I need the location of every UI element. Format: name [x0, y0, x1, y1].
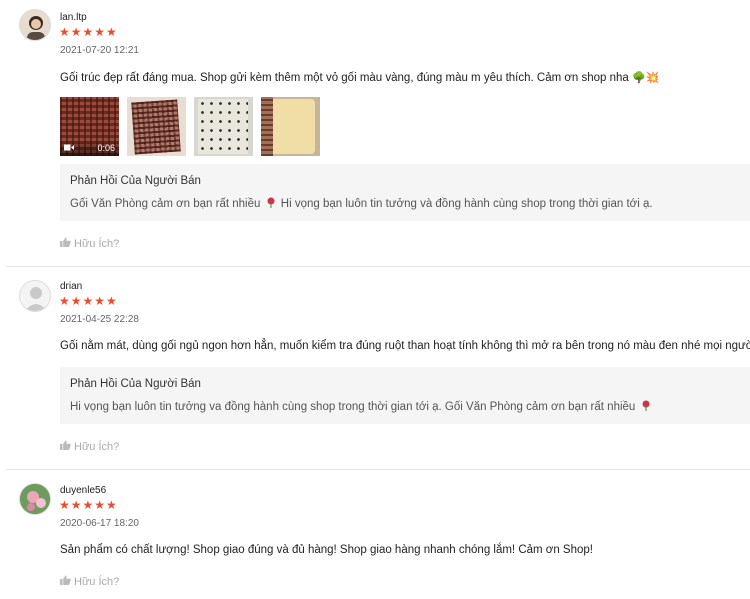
seller-response-text: Hi vọng bạn luôn tin tưởng va đồng hành …	[70, 400, 740, 413]
review-divider	[6, 266, 750, 267]
video-camera-icon	[64, 143, 74, 153]
review-divider	[6, 469, 750, 470]
username[interactable]: duyenle56	[60, 485, 106, 496]
comment-emojis: 🌳💥	[632, 72, 660, 84]
avatar[interactable]	[19, 9, 51, 41]
review-comment: Sản phẩm có chất lượng! Shop giao đúng v…	[60, 544, 593, 556]
star-rating: ★★★★★	[59, 294, 118, 308]
avatar[interactable]	[19, 483, 51, 515]
rose-icon	[264, 197, 278, 210]
helpful-button[interactable]: Hữu Ích?	[60, 237, 119, 250]
thumbs-up-icon	[60, 575, 71, 588]
photo-thumbnail[interactable]	[261, 97, 320, 156]
star-rating: ★★★★★	[59, 25, 118, 39]
seller-response: Phản Hồi Của Người Bán Hi vọng bạn luôn …	[60, 367, 750, 424]
seller-response-title: Phản Hồi Của Người Bán	[70, 175, 201, 187]
review-comment: Gối nằm mát, dùng gối ngủ ngon hơn hẳn, …	[60, 340, 750, 352]
photo-thumbnail[interactable]	[127, 97, 186, 156]
username[interactable]: drian	[60, 281, 82, 292]
review-comment: Gối trúc đẹp rất đáng mua. Shop gửi kèm …	[60, 71, 659, 84]
video-thumbnail[interactable]: 0:06	[60, 97, 119, 156]
seller-response-title: Phản Hồi Của Người Bán	[70, 378, 201, 390]
helpful-button[interactable]: Hữu Ích?	[60, 575, 119, 588]
video-bar: 0:06	[60, 140, 119, 156]
star-rating: ★★★★★	[59, 498, 118, 512]
rose-icon	[639, 400, 651, 413]
video-duration: 0:06	[97, 143, 115, 153]
photo-thumbnail[interactable]	[194, 97, 253, 156]
seller-response: Phản Hồi Của Người Bán Gối Văn Phòng cảm…	[60, 164, 750, 221]
thumbs-up-icon	[60, 237, 71, 250]
review-media: 0:06	[60, 97, 320, 156]
review-date: 2021-04-25 22:28	[60, 314, 139, 325]
seller-response-text: Gối Văn Phòng cảm ơn bạn rất nhiều Hi vọ…	[70, 197, 653, 210]
avatar[interactable]	[19, 280, 51, 312]
username[interactable]: lan.ltp	[60, 12, 87, 23]
review-date: 2020-06-17 18:20	[60, 518, 139, 529]
helpful-button[interactable]: Hữu Ích?	[60, 440, 119, 453]
thumbs-up-icon	[60, 440, 71, 453]
review-date: 2021-07-20 12:21	[60, 45, 139, 56]
comment-text: Gối trúc đẹp rất đáng mua. Shop gửi kèm …	[60, 72, 629, 84]
